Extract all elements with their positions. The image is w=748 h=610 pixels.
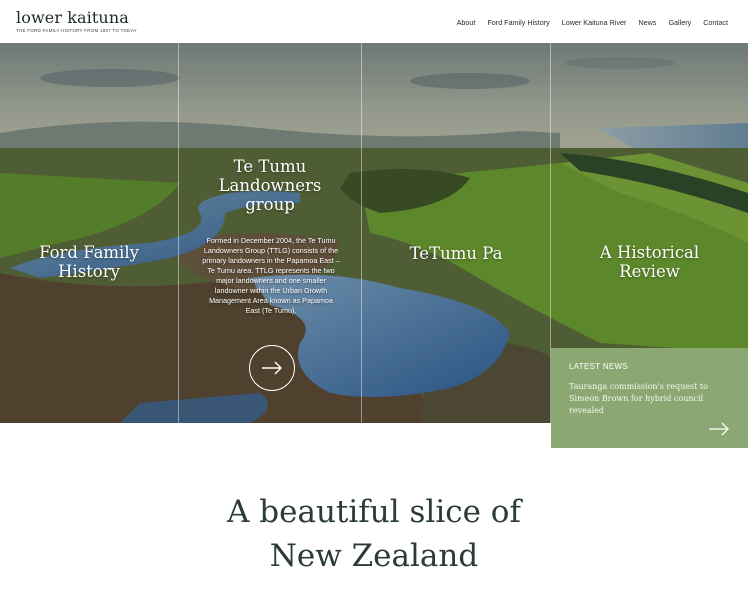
latest-news-label: LATEST NEWS bbox=[569, 362, 629, 371]
panel-title-ford-family-history[interactable]: Ford Family History bbox=[0, 243, 178, 281]
tagline-line-1: A beautiful slice of bbox=[227, 494, 521, 530]
panel-title-te-tumu-landowners[interactable]: Te Tumu Landowners group bbox=[179, 157, 361, 214]
panel-ford-family-history[interactable]: Ford Family History bbox=[0, 43, 179, 423]
nav-ford-family-history[interactable]: Ford Family History bbox=[487, 18, 549, 27]
panel-te-tumu-landowners[interactable]: Te Tumu Landowners group Formed in Decem… bbox=[179, 43, 362, 423]
arrow-right-icon[interactable] bbox=[708, 422, 730, 436]
tagline-line-2: New Zealand bbox=[269, 538, 479, 574]
logo-tagline: THE FORD FAMILY HISTORY FROM 1907 TO TOD… bbox=[16, 28, 137, 33]
panel-tetumu-pa[interactable]: TeTumu Pa bbox=[362, 43, 551, 423]
site-logo[interactable]: lower kaituna THE FORD FAMILY HISTORY FR… bbox=[16, 9, 137, 34]
panel-description-te-tumu: Formed in December 2004, the Te Tumu Lan… bbox=[202, 236, 340, 315]
nav-contact[interactable]: Contact bbox=[703, 18, 728, 27]
nav-lower-kaituna-river[interactable]: Lower Kaituna River bbox=[562, 18, 627, 27]
te-tumu-arrow-button[interactable] bbox=[249, 345, 295, 391]
site-header: lower kaituna THE FORD FAMILY HISTORY FR… bbox=[0, 0, 748, 43]
page-tagline: A beautiful slice of New Zealand bbox=[0, 490, 748, 578]
latest-news-card[interactable]: LATEST NEWS Tauranga commission's reques… bbox=[551, 348, 748, 448]
logo-title[interactable]: lower kaituna bbox=[16, 9, 137, 27]
arrow-right-icon bbox=[262, 361, 282, 375]
main-nav: About Ford Family History Lower Kaituna … bbox=[457, 18, 728, 27]
panel-title-tetumu-pa[interactable]: TeTumu Pa bbox=[362, 244, 550, 263]
nav-gallery[interactable]: Gallery bbox=[668, 18, 691, 27]
latest-news-headline[interactable]: Tauranga commission's request to Simeon … bbox=[569, 381, 731, 417]
nav-about[interactable]: About bbox=[457, 18, 476, 27]
panel-title-historical-review[interactable]: A Historical Review bbox=[551, 243, 748, 281]
nav-news[interactable]: News bbox=[638, 18, 656, 27]
